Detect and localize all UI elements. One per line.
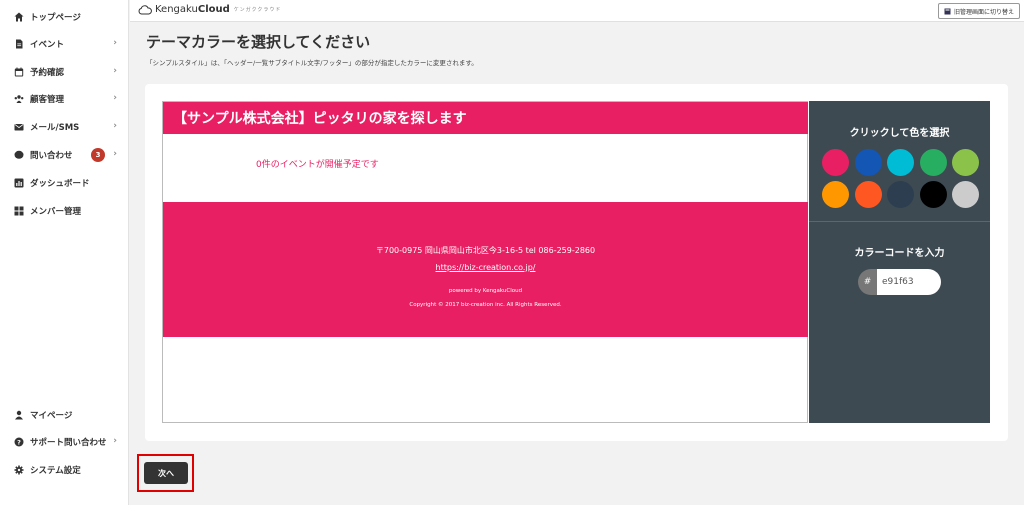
- customers-icon: [14, 94, 24, 104]
- top-bar: Kengaku Cloud ケンガククラウド 旧管理画面に切り替え: [130, 0, 1024, 22]
- footer-url-link[interactable]: https://biz-creation.co.jp/: [163, 263, 808, 272]
- help-icon: ?: [14, 437, 24, 447]
- sidebar-item-label: マイページ: [30, 411, 73, 421]
- color-swatch[interactable]: [887, 149, 914, 176]
- sidebar-item-support[interactable]: ? サポート問い合わせ ›: [0, 432, 129, 452]
- preview-empty-message: 0件のイベントが開催予定です: [256, 160, 379, 170]
- color-swatch[interactable]: [919, 149, 947, 176]
- chevron-right-icon: ›: [113, 93, 117, 103]
- sidebar-item-mypage[interactable]: マイページ: [0, 405, 129, 425]
- chat-icon: [14, 150, 24, 160]
- page-description: 「シンプルスタイル」は、「ヘッダー/一覧サブタイトル文字/フッター」の部分が指定…: [146, 59, 478, 67]
- sidebar: トップページ イベント › 予約確認 › 顧客管理 › メール/SMS › 問い…: [0, 0, 129, 505]
- color-swatch[interactable]: [887, 181, 914, 208]
- logo-text-bold: Cloud: [197, 4, 230, 15]
- sidebar-item-event[interactable]: イベント ›: [0, 34, 129, 54]
- app-logo[interactable]: Kengaku Cloud ケンガククラウド: [138, 4, 281, 15]
- footer-powered-by: powered by KengakuCloud: [448, 288, 523, 294]
- sidebar-item-label: メール/SMS: [30, 123, 80, 133]
- color-code-field: #: [858, 269, 941, 295]
- svg-text:?: ?: [17, 438, 21, 446]
- color-swatch[interactable]: [952, 149, 979, 176]
- user-icon: [14, 410, 24, 420]
- notification-badge: 3: [91, 148, 105, 162]
- color-swatch[interactable]: [952, 181, 979, 208]
- calendar-icon: [14, 67, 24, 77]
- sidebar-item-label: 予約確認: [30, 68, 65, 78]
- gear-icon: [14, 465, 24, 475]
- home-icon: [14, 12, 24, 22]
- sidebar-item-members[interactable]: メンバー管理: [0, 201, 129, 221]
- color-swatch[interactable]: [822, 149, 849, 176]
- logo-text: Kengaku: [155, 4, 198, 15]
- chevron-right-icon: ›: [113, 121, 117, 131]
- sidebar-item-label: サポート問い合わせ: [30, 438, 107, 448]
- sidebar-item-top[interactable]: トップページ: [0, 7, 129, 27]
- sidebar-item-label: トップページ: [30, 13, 81, 23]
- theme-preview: 【サンプル株式会社】ピッタリの家を探します 0件のイベントが開催予定です 〒70…: [162, 101, 808, 423]
- sidebar-item-label: イベント: [30, 40, 65, 50]
- sidebar-item-customers[interactable]: 顧客管理 ›: [0, 89, 129, 109]
- sidebar-item-label: 問い合わせ: [30, 151, 73, 161]
- chevron-right-icon: ›: [113, 436, 117, 446]
- next-button[interactable]: 次へ: [144, 462, 188, 484]
- cloud-icon: [138, 4, 152, 14]
- footer-address: 〒700-0975 岡山県岡山市北区今3-16-5 tel 086-259-28…: [375, 246, 596, 255]
- color-panel: クリックして色を選択 カラーコードを入力 #: [809, 101, 990, 423]
- chevron-right-icon: ›: [113, 38, 117, 48]
- sidebar-item-label: 顧客管理: [30, 95, 65, 105]
- sidebar-item-reservation[interactable]: 予約確認 ›: [0, 62, 129, 82]
- sidebar-item-label: ダッシュボード: [30, 179, 90, 189]
- switch-legacy-admin-button[interactable]: 旧管理画面に切り替え: [937, 3, 1020, 19]
- preview-footer: 〒700-0975 岡山県岡山市北区今3-16-5 tel 086-259-28…: [163, 202, 808, 337]
- switch-legacy-admin-label: 旧管理画面に切り替え: [953, 8, 1014, 16]
- sidebar-item-inquiry[interactable]: 問い合わせ 3 ›: [0, 145, 129, 165]
- color-swatch[interactable]: [822, 181, 849, 208]
- sidebar-item-settings[interactable]: システム設定: [0, 460, 129, 480]
- sidebar-item-mail[interactable]: メール/SMS ›: [0, 117, 129, 137]
- color-code-input[interactable]: [877, 269, 941, 295]
- color-swatch[interactable]: [854, 149, 882, 176]
- chevron-right-icon: ›: [113, 66, 117, 76]
- grid-icon: [14, 206, 24, 216]
- mail-icon: [14, 122, 24, 132]
- color-swatch[interactable]: [854, 181, 882, 208]
- color-code-title: カラーコードを入力: [854, 248, 945, 259]
- sidebar-item-label: システム設定: [30, 466, 81, 476]
- document-icon: [14, 39, 24, 49]
- chevron-right-icon: ›: [113, 149, 117, 159]
- footer-copyright: Copyright © 2017 biz-creation inc. All R…: [409, 302, 562, 308]
- color-swatch[interactable]: [919, 181, 947, 208]
- panel-divider: [809, 221, 990, 222]
- logo-tagline: ケンガククラウド: [233, 7, 282, 13]
- select-color-title: クリックして色を選択: [849, 128, 950, 139]
- page-title: テーマカラーを選択してください: [146, 33, 371, 51]
- preview-header: 【サンプル株式会社】ピッタリの家を探します: [163, 102, 808, 134]
- sidebar-item-label: メンバー管理: [30, 207, 82, 217]
- sidebar-item-dashboard[interactable]: ダッシュボード: [0, 173, 129, 193]
- switch-icon: [944, 8, 951, 14]
- hash-prefix: #: [858, 269, 877, 295]
- chart-icon: [14, 178, 24, 188]
